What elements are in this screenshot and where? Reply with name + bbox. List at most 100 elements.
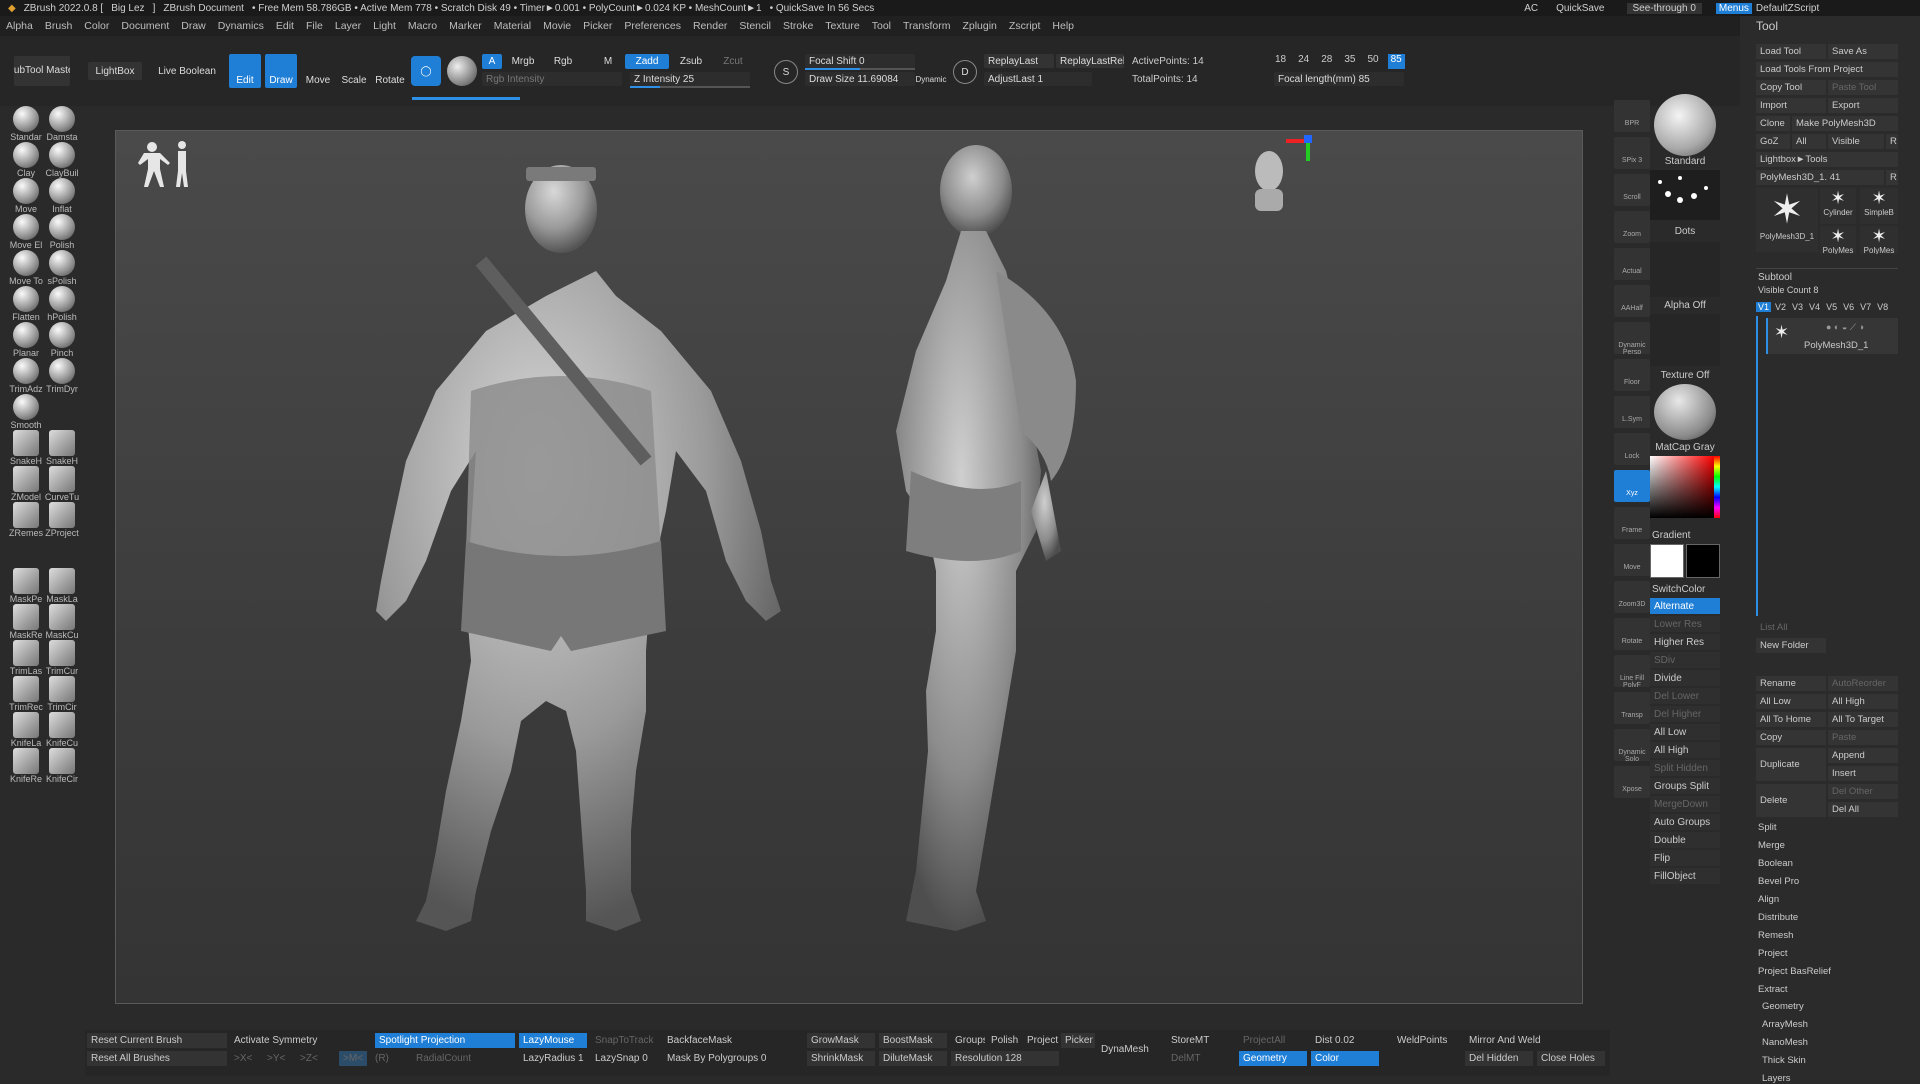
goz-all-button[interactable]: All xyxy=(1792,134,1826,149)
subpalette-boolean[interactable]: Boolean xyxy=(1758,858,1793,869)
zsub-button[interactable]: Zsub xyxy=(672,54,710,69)
del-hidden-button[interactable]: Del Hidden xyxy=(1465,1051,1533,1066)
brush-smooth[interactable]: Smooth xyxy=(8,394,44,430)
import-button[interactable]: Import xyxy=(1756,98,1826,113)
menu-dynamics[interactable]: Dynamics xyxy=(212,20,270,32)
subtool-item[interactable]: ✶ PolyMesh3D_1 ● ◐ ◒ ⟋ ◑ xyxy=(1766,318,1898,354)
lazyradius-slider[interactable]: LazyRadius 1 xyxy=(519,1051,587,1066)
subtool-section-header[interactable]: Subtool xyxy=(1758,272,1792,283)
sym-z-button[interactable]: >Z< xyxy=(296,1051,326,1066)
dock-xyz[interactable]: Xyz xyxy=(1614,470,1650,502)
hue-strip[interactable] xyxy=(1714,456,1720,518)
draw-size-slider[interactable]: Draw Size 11.69084 xyxy=(805,72,915,86)
focal-preset-28[interactable]: 28 xyxy=(1318,54,1335,69)
brush-polish[interactable]: Polish xyxy=(44,214,80,250)
brush-pinch[interactable]: Pinch xyxy=(44,322,80,358)
replay-last-button[interactable]: ReplayLast xyxy=(984,54,1054,68)
focal-preset-24[interactable]: 24 xyxy=(1295,54,1312,69)
replay-last-rel-button[interactable]: ReplayLastRel xyxy=(1056,54,1124,68)
brush-spolish[interactable]: sPolish xyxy=(44,250,80,286)
button-mergedown[interactable]: MergeDown xyxy=(1650,796,1720,812)
brush-claybuil[interactable]: ClayBuil xyxy=(44,142,80,178)
scale-button[interactable]: Scale xyxy=(338,54,370,88)
subpalette-remesh[interactable]: Remesh xyxy=(1758,930,1793,941)
subpalette-nanomesh[interactable]: NanoMesh xyxy=(1762,1037,1808,1048)
focal-preset-18[interactable]: 18 xyxy=(1272,54,1289,69)
delete-button[interactable]: Delete xyxy=(1756,784,1826,817)
alpha-d-icon[interactable]: D xyxy=(953,60,977,84)
dock-rotate[interactable]: Rotate xyxy=(1614,618,1650,650)
goz-visible-button[interactable]: Visible xyxy=(1828,134,1884,149)
append-button[interactable]: Append xyxy=(1828,748,1898,763)
all-to-home-button[interactable]: All To Home xyxy=(1756,712,1826,727)
subpalette-distribute[interactable]: Distribute xyxy=(1758,912,1798,923)
mrgb-button[interactable]: Mrgb xyxy=(506,54,540,69)
menu-marker[interactable]: Marker xyxy=(443,20,488,32)
menu-picker[interactable]: Picker xyxy=(577,20,618,32)
menu-render[interactable]: Render xyxy=(687,20,733,32)
button-groups-split[interactable]: Groups Split xyxy=(1650,778,1720,794)
brush-snakeh[interactable]: SnakeH xyxy=(44,430,80,466)
brush-standar[interactable]: Standar xyxy=(8,106,44,142)
button-lower-res[interactable]: Lower Res xyxy=(1650,616,1720,632)
button-fillobject[interactable]: FillObject xyxy=(1650,868,1720,884)
visibility-v8[interactable]: V8 xyxy=(1875,302,1890,312)
tool-thumb-polymes[interactable]: ✶ PolyMes xyxy=(1820,226,1856,254)
default-zscript[interactable]: DefaultZScript xyxy=(1756,3,1819,14)
snaptotrack-button[interactable]: SnapToTrack xyxy=(591,1033,659,1048)
menu-light[interactable]: Light xyxy=(367,20,402,32)
brush-zremes[interactable]: ZRemes xyxy=(8,502,44,538)
edit-button[interactable]: Edit xyxy=(229,54,261,88)
dock-zoom3d[interactable]: Zoom3D xyxy=(1614,581,1650,613)
resolution-slider[interactable]: Resolution 128 xyxy=(951,1051,1059,1066)
lazysnap-slider[interactable]: LazySnap 0 xyxy=(591,1051,659,1066)
tool-thumb-polymesh3d_1[interactable]: ✶ PolyMesh3D_1 xyxy=(1756,188,1818,252)
button-del-higher[interactable]: Del Higher xyxy=(1650,706,1720,722)
subpalette-split[interactable]: Split xyxy=(1758,822,1776,833)
visible-count-slider[interactable]: Visible Count 8 xyxy=(1758,285,1818,295)
lightbox-button[interactable]: LightBox xyxy=(88,62,142,80)
color-picker[interactable] xyxy=(1650,456,1720,518)
brush-knifere[interactable]: KnifeRe xyxy=(8,748,44,784)
dock-actual[interactable]: Actual xyxy=(1614,248,1650,280)
rotate-button[interactable]: Rotate xyxy=(374,54,406,88)
subtool-master-button[interactable]: SubTool Master xyxy=(14,56,70,86)
brush-maskla[interactable]: MaskLa xyxy=(44,568,80,604)
load-tools-from-project-button[interactable]: Load Tools From Project xyxy=(1756,62,1898,77)
secondary-color-swatch[interactable] xyxy=(1686,544,1720,578)
spotlight-projection-button[interactable]: Spotlight Projection xyxy=(375,1033,515,1048)
brush-maskre[interactable]: MaskRe xyxy=(8,604,44,640)
boostmask-button[interactable]: BoostMask xyxy=(879,1033,947,1048)
subpalette-merge[interactable]: Merge xyxy=(1758,840,1785,851)
menu-macro[interactable]: Macro xyxy=(402,20,443,32)
all-low-button[interactable]: All Low xyxy=(1756,694,1826,709)
brush-zmodel[interactable]: ZModel xyxy=(8,466,44,502)
backfacemask-button[interactable]: BackfaceMask xyxy=(663,1033,803,1048)
reset-current-brush-button[interactable]: Reset Current Brush xyxy=(87,1033,227,1048)
shrinkmask-button[interactable]: ShrinkMask xyxy=(807,1051,875,1066)
storemt-button[interactable]: StoreMT xyxy=(1167,1033,1235,1048)
dynamesh-polish-button[interactable]: Polish xyxy=(987,1033,1021,1048)
primary-color-swatch[interactable] xyxy=(1650,544,1684,578)
brush-sphere-icon[interactable]: ◯ xyxy=(411,56,441,86)
alternate-toggle[interactable]: Alternate xyxy=(1650,598,1720,614)
sym-m-button[interactable]: >M< xyxy=(339,1051,367,1066)
picker-button[interactable]: Picker xyxy=(1061,1033,1095,1048)
dock-frame[interactable]: Frame xyxy=(1614,507,1650,539)
visibility-v6[interactable]: V6 xyxy=(1841,302,1856,312)
brush-flatten[interactable]: Flatten xyxy=(8,286,44,322)
color-toggle[interactable]: Color xyxy=(1311,1051,1379,1066)
tool-thumb-simpleb[interactable]: ✶ SimpleB xyxy=(1860,188,1898,224)
export-button[interactable]: Export xyxy=(1828,98,1898,113)
rename-button[interactable]: Rename xyxy=(1756,676,1826,691)
dock-zoom[interactable]: Zoom xyxy=(1614,211,1650,243)
focal-shift-slider[interactable]: Focal Shift 0 xyxy=(805,54,915,68)
button-flip[interactable]: Flip xyxy=(1650,850,1720,866)
subpalette-geometry[interactable]: Geometry xyxy=(1762,1001,1804,1012)
button-sdiv[interactable]: SDiv xyxy=(1650,652,1720,668)
copy-tool-button[interactable]: Copy Tool xyxy=(1756,80,1826,95)
subpalette-layers[interactable]: Layers xyxy=(1762,1073,1791,1084)
button-all-high[interactable]: All High xyxy=(1650,742,1720,758)
menu-color[interactable]: Color xyxy=(78,20,115,32)
activate-symmetry-button[interactable]: Activate Symmetry xyxy=(230,1033,370,1048)
